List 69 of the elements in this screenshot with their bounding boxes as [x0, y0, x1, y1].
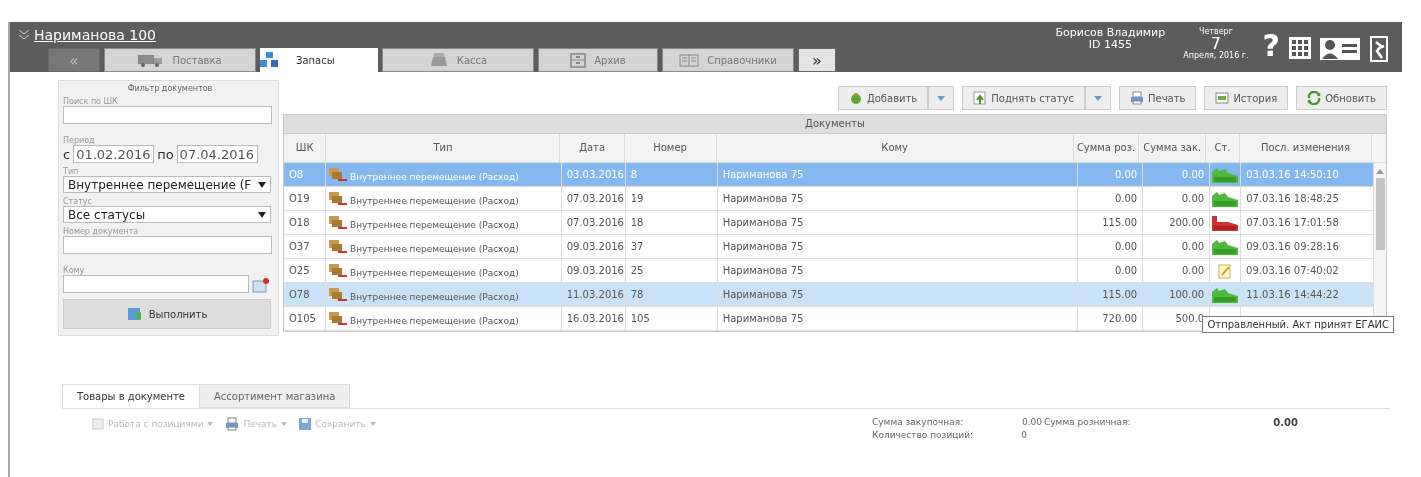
weekday: Четверг	[1197, 27, 1234, 37]
table-cell: 0.00	[1181, 193, 1205, 204]
table-cell: 11.03.16 14:44:22	[1246, 289, 1339, 300]
month-year: Апреля, 2016 г.	[1183, 51, 1249, 61]
summary-label: Сумма розничная:	[1043, 417, 1132, 428]
table-cell: 07.03.2016	[566, 217, 624, 228]
filter-title: Фильтр документов	[126, 84, 214, 93]
table-cell: 11.03.2016	[566, 289, 624, 300]
table-cell: 37	[630, 241, 644, 252]
table-cell: O37	[289, 241, 310, 252]
table-cell: 25	[630, 265, 644, 276]
table-cell: 09.03.16 07:40:02	[1246, 265, 1339, 276]
user-name: Борисов Владимир	[1055, 27, 1166, 39]
summary-value: 0	[1020, 430, 1028, 440]
field-label: Номер документа	[63, 227, 140, 236]
table-cell: 09.03.16 09:28:16	[1246, 241, 1339, 252]
field-label: Период	[63, 136, 96, 145]
table-cell: 07.03.2016	[566, 193, 624, 204]
table-cell: 0.00	[1114, 265, 1138, 276]
table-cell: Нариманова 75	[722, 241, 804, 252]
summary-value: 0.00	[1020, 417, 1042, 428]
table-cell: 100.00	[1169, 289, 1205, 300]
table-cell: 19	[630, 193, 644, 204]
table-cell: 07.03.16 17:01:58	[1246, 217, 1339, 228]
tooltip: Отправленный. Акт принят ЕГАИС	[1202, 316, 1394, 333]
table-cell: 200.00	[1169, 217, 1205, 228]
table-cell: 115.00	[1102, 289, 1138, 300]
table-cell: O18	[289, 217, 310, 228]
table-caption: Документы	[284, 115, 1386, 134]
summary-value: 0.00	[1272, 417, 1298, 428]
day-number: 7	[1210, 37, 1221, 51]
table-cell: 0.00	[1181, 265, 1205, 276]
table-cell: Нариманова 75	[722, 313, 804, 324]
table-cell: 09.03.2016	[566, 265, 624, 276]
user-id: ID 1455	[1087, 39, 1133, 51]
table-cell: Нариманова 75	[722, 193, 804, 204]
table-cell: 8	[630, 169, 638, 180]
period-prefix: с	[63, 146, 71, 162]
summary-label: Количество позиций:	[872, 430, 975, 440]
table-cell: 105	[630, 313, 650, 324]
period-prefix: по	[157, 146, 174, 162]
summary-label: Сумма закупочная:	[872, 417, 965, 428]
field-label: Кому	[63, 266, 86, 275]
table-cell: 18	[630, 217, 644, 228]
table-cell: 720.00	[1102, 313, 1138, 324]
table-cell: Нариманова 75	[722, 169, 804, 180]
table-cell: Нариманова 75	[722, 265, 804, 276]
table-cell: O105	[289, 313, 316, 324]
table-cell: 0.00	[1181, 241, 1205, 252]
table-cell: 03.03.2016	[566, 169, 624, 180]
table-cell: 0.00	[1114, 169, 1138, 180]
table-cell: O8	[289, 169, 304, 180]
table-cell: 07.03.16 18:48:25	[1246, 193, 1339, 204]
table-cell: Нариманова 75	[722, 217, 804, 228]
table-cell: O25	[289, 265, 310, 276]
table-cell: 09.03.2016	[566, 241, 624, 252]
table-cell: 03.03.16 14:50:10	[1246, 169, 1339, 180]
table-cell: O78	[289, 289, 310, 300]
table-cell: 78	[630, 289, 644, 300]
table-cell: 16.03.2016	[566, 313, 624, 324]
field-label: Статус	[63, 197, 93, 206]
table-cell: 0.00	[1114, 241, 1138, 252]
table-cell: 0.00	[1181, 169, 1205, 180]
field-label: Поиск по ШК	[63, 97, 119, 106]
table-cell: 0.00	[1114, 193, 1138, 204]
table-cell: O19	[289, 193, 310, 204]
field-label: Тип	[63, 167, 80, 176]
table-cell: Нариманова 75	[722, 289, 804, 300]
table-cell: 115.00	[1102, 217, 1138, 228]
